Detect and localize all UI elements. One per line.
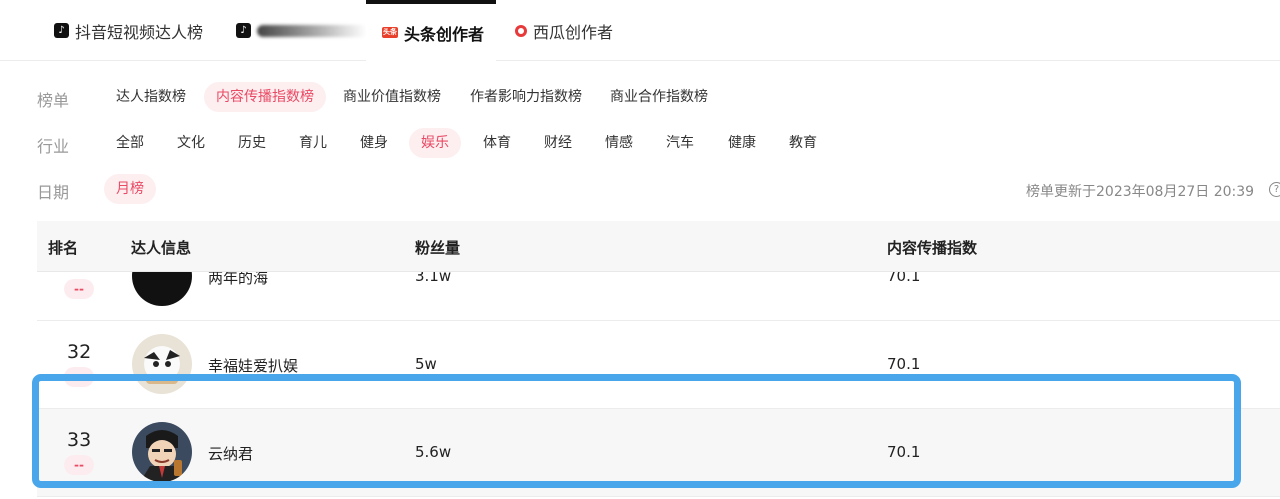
rank-number: 32 bbox=[67, 341, 92, 363]
date-option-monthly[interactable]: 月榜 bbox=[104, 174, 156, 204]
industry-option[interactable]: 全部 bbox=[104, 128, 156, 158]
table-row[interactable]: 33 -- 云纳君 5.6w 70.1 bbox=[37, 409, 1280, 497]
list-option-author-influence[interactable]: 作者影响力指数榜 bbox=[458, 82, 594, 112]
industry-option[interactable]: 健身 bbox=[348, 128, 400, 158]
industry-option[interactable]: 育儿 bbox=[287, 128, 339, 158]
talent-name[interactable]: 幸福娃爱扒娱 bbox=[208, 355, 298, 376]
table-row[interactable]: 32 -- 幸福娃爱扒娱 5w 70.1 bbox=[37, 321, 1280, 409]
tab-blurred[interactable]: ♪ bbox=[236, 0, 367, 61]
date-filter-label: 日期 bbox=[37, 183, 70, 202]
rank-trend-badge: -- bbox=[64, 279, 94, 299]
table-row[interactable]: -- 两年的海 3.1w 70.1 bbox=[37, 272, 1280, 321]
list-option-talent[interactable]: 达人指数榜 bbox=[104, 82, 198, 112]
fans-count: 3.1w bbox=[415, 272, 452, 285]
industry-option[interactable]: 情感 bbox=[593, 128, 645, 158]
industry-option[interactable]: 教育 bbox=[777, 128, 829, 158]
tab-douyin[interactable]: ♪ 抖音短视频达人榜 bbox=[54, 0, 203, 61]
fans-count: 5w bbox=[415, 355, 437, 373]
platform-tabs: ♪ 抖音短视频达人榜 ♪ 头条 头条创作者 西瓜创作者 bbox=[0, 0, 1280, 61]
header-rank: 排名 bbox=[48, 239, 79, 257]
header-content-index: 内容传播指数 bbox=[887, 239, 978, 257]
rank-trend-badge: -- bbox=[64, 367, 94, 387]
industry-option[interactable]: 文化 bbox=[165, 128, 217, 158]
content-index: 70.1 bbox=[887, 443, 921, 461]
talent-name[interactable]: 两年的海 bbox=[208, 272, 268, 288]
industry-filter-label: 行业 bbox=[37, 137, 70, 156]
industry-option-selected[interactable]: 娱乐 bbox=[409, 128, 461, 158]
industry-option[interactable]: 汽车 bbox=[654, 128, 706, 158]
toutiao-icon: 头条 bbox=[382, 27, 398, 38]
header-talent-info: 达人信息 bbox=[131, 239, 192, 257]
content-index: 70.1 bbox=[887, 355, 921, 373]
tab-xigua[interactable]: 西瓜创作者 bbox=[515, 0, 613, 61]
talent-name[interactable]: 云纳君 bbox=[208, 443, 253, 464]
fans-count: 5.6w bbox=[415, 443, 452, 461]
avatar[interactable] bbox=[132, 272, 192, 306]
industry-option[interactable]: 历史 bbox=[226, 128, 278, 158]
douyin-icon: ♪ bbox=[54, 23, 69, 38]
table-header: 排名 达人信息 粉丝量 内容传播指数 bbox=[37, 221, 1280, 272]
list-option-content-spread[interactable]: 内容传播指数榜 bbox=[204, 82, 326, 112]
douyin-icon: ♪ bbox=[236, 23, 251, 38]
list-option-business-cooperation[interactable]: 商业合作指数榜 bbox=[598, 82, 720, 112]
avatar[interactable] bbox=[132, 422, 192, 482]
tab-toutiao[interactable]: 头条 头条创作者 bbox=[366, 0, 496, 61]
industry-option[interactable]: 财经 bbox=[532, 128, 584, 158]
tab-label: 西瓜创作者 bbox=[533, 22, 614, 42]
table-body: -- 两年的海 3.1w 70.1 32 -- 幸福娃爱扒娱 5w 70.1 3… bbox=[37, 272, 1280, 499]
rank-trend-badge: -- bbox=[64, 455, 94, 475]
update-time: 榜单更新于2023年08月27日 20:39 bbox=[1026, 184, 1255, 200]
xigua-icon bbox=[515, 24, 527, 37]
industry-option[interactable]: 体育 bbox=[471, 128, 523, 158]
list-option-commercial-value[interactable]: 商业价值指数榜 bbox=[331, 82, 453, 112]
tab-label: 头条创作者 bbox=[404, 24, 485, 44]
industry-option[interactable]: 健康 bbox=[716, 128, 768, 158]
avatar[interactable] bbox=[132, 334, 192, 394]
help-icon[interactable]: ? bbox=[1269, 182, 1280, 197]
tab-label: 抖音短视频达人榜 bbox=[75, 22, 204, 42]
content-index: 70.1 bbox=[887, 272, 921, 285]
header-fans: 粉丝量 bbox=[415, 239, 461, 257]
list-filter-label: 榜单 bbox=[37, 91, 70, 110]
blurred-label bbox=[257, 24, 367, 37]
rank-number: 33 bbox=[67, 429, 92, 451]
